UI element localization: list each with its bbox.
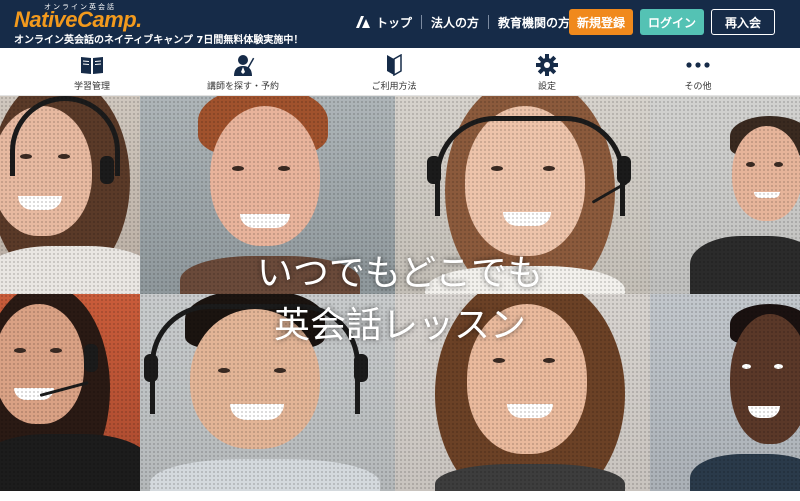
header-nav: トップ 法人の方 教育機関の方 [356, 14, 570, 30]
nav-top-label: トップ [376, 15, 413, 30]
menu-item-settings[interactable]: 設定 [487, 48, 607, 96]
hero-headline-line1: いつでもどこでも [256, 253, 544, 294]
nativecamp-mark-icon [356, 16, 370, 28]
book-icon [80, 54, 104, 76]
nav-divider [488, 15, 490, 29]
gear-icon [536, 54, 558, 76]
menu-label: その他 [684, 82, 712, 92]
menu-label: 設定 [537, 82, 556, 92]
nav-corporate[interactable]: 法人の方 [431, 14, 479, 31]
header-tagline: オンライン英会話のネイティブキャンプ 7日間無料体験実施中！ [14, 35, 304, 46]
nav-divider [421, 15, 423, 29]
nativecamp-logo: NativeCamp. [14, 7, 142, 32]
nav-education[interactable]: 教育機関の方 [498, 14, 570, 31]
menu-item-other[interactable]: その他 [638, 48, 758, 96]
rejoin-button[interactable]: 再入会 [711, 9, 775, 35]
teacher-icon [230, 54, 256, 76]
menu-label: 講師を探す・予約 [206, 82, 279, 92]
menu-label: ご利用方法 [371, 82, 417, 92]
main-menu: 学習管理 講師を探す・予約 ご利用方法 設定 その他 [0, 48, 800, 96]
page-bottom-strip [0, 491, 800, 501]
beginner-mark-icon [386, 54, 402, 76]
login-button[interactable]: ログイン [640, 9, 704, 35]
nav-top[interactable]: トップ [356, 14, 412, 31]
menu-label: 学習管理 [73, 82, 110, 92]
signup-button[interactable]: 新規登録 [569, 9, 633, 35]
menu-item-how-to-use[interactable]: ご利用方法 [334, 48, 454, 96]
hero-banner: いつでもどこでも 英会話レッスン [0, 96, 800, 491]
menu-item-study[interactable]: 学習管理 [32, 48, 152, 96]
menu-item-find-teacher[interactable]: 講師を探す・予約 [183, 48, 303, 96]
more-dots-icon [686, 54, 710, 76]
site-header: オンライン英会話 NativeCamp. オンライン英会話のネイティブキャンプ … [0, 0, 800, 48]
hero-headline-line2: 英会話レッスン [273, 305, 526, 346]
